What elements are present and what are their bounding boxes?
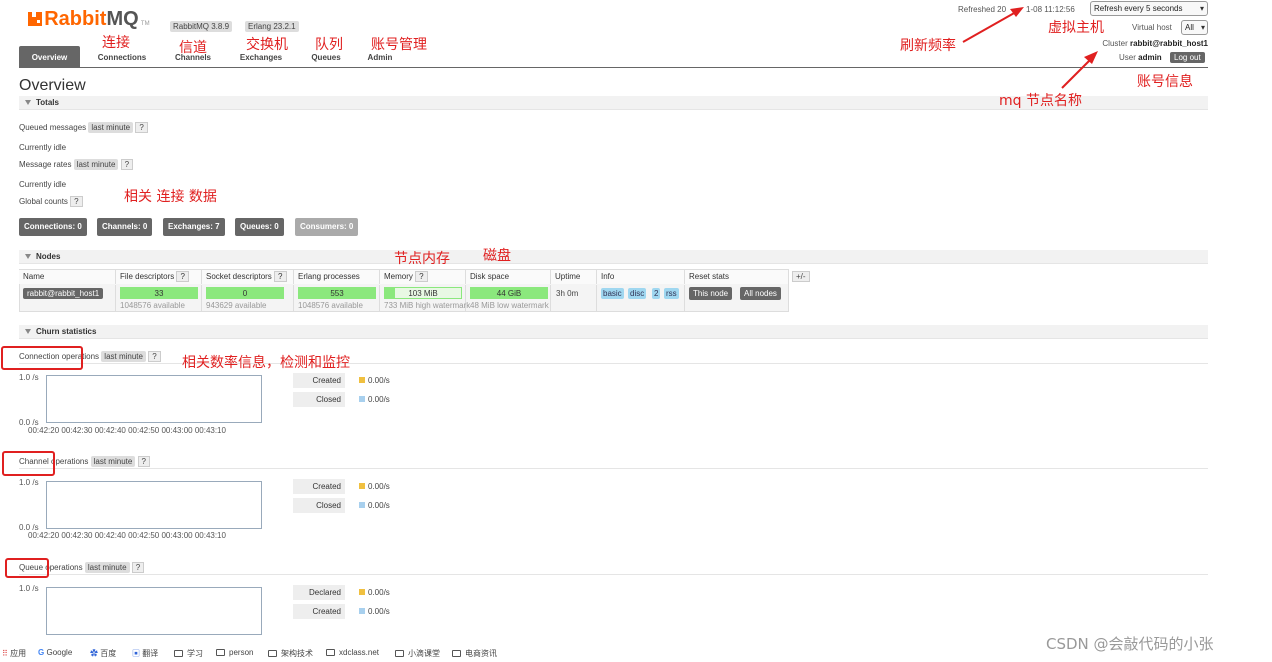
annotation-channels: 信道 [179,40,207,56]
bookmark-baidu-label: 百度 [100,649,117,658]
annotation-account: 账号信息 [1137,74,1193,90]
baidu-icon: ✿ [90,649,98,658]
annotation-connections: 连接 [102,35,130,51]
bookmark-google-label: Google [46,648,73,657]
folder-icon [216,649,225,656]
folder-icon [395,650,404,657]
apps-grid-icon: ⠿ [2,649,8,658]
folder-icon [268,650,277,657]
arrow-refresh [962,11,1017,43]
annotation-rates-info: 相关数率信息，检测和监控 [182,355,350,371]
bookmark-apps[interactable]: ⠿ 应用 [2,648,26,659]
bookmark-folder-person[interactable]: person [216,648,253,657]
annotation-node-name: mq 节点名称 [999,93,1082,109]
arrow-node-name-head [1084,51,1098,64]
annotation-disk: 磁盘 [483,248,511,264]
bookmark-arch-label: 架构技术 [281,649,313,658]
csdn-watermark: CSDN @会敲代码的小张 [1046,635,1214,653]
bookmark-folder-ecommerce[interactable]: 电商资讯 [452,648,497,659]
folder-icon [452,650,461,657]
bookmark-baidu[interactable]: ✿ 百度 [90,648,116,659]
arrow-refresh-head [1010,7,1024,17]
annotation-queues: 队列 [315,37,343,53]
google-icon: G [38,648,45,657]
bookmark-translate-label: 翻译 [142,649,159,658]
bookmark-person-label: person [229,648,254,657]
folder-icon [174,650,183,657]
bookmark-xdclass-label: xdclass.net [339,648,380,657]
bookmark-folder-study[interactable]: 学习 [174,648,203,659]
bookmark-translate[interactable]: ▣ 翻译 [132,648,158,659]
bookmark-apps-label: 应用 [10,649,27,658]
bookmark-google[interactable]: G Google [38,648,72,657]
bookmark-folder-xdclass[interactable]: xdclass.net [326,648,379,657]
translate-icon: ▣ [132,649,140,658]
annotation-conn-data: 相关 连接 数据 [124,189,217,205]
annotation-vhost: 虚拟主机 [1048,20,1104,36]
bookmark-ecommerce-label: 电商资讯 [465,649,497,658]
folder-icon [326,649,335,656]
bookmark-folder-arch[interactable]: 架构技术 [268,648,313,659]
annotation-node-memory: 节点内存 [394,251,450,267]
bookmark-folder-xiaodi[interactable]: 小滴课堂 [395,648,440,659]
annotation-refresh: 刷新频率 [900,38,956,54]
annotation-admin: 账号管理 [371,37,427,53]
bookmark-xiaodi-label: 小滴课堂 [408,649,440,658]
annotation-exchanges: 交换机 [246,37,288,53]
bookmark-study-label: 学习 [187,649,203,658]
arrow-node-name [1061,57,1093,89]
